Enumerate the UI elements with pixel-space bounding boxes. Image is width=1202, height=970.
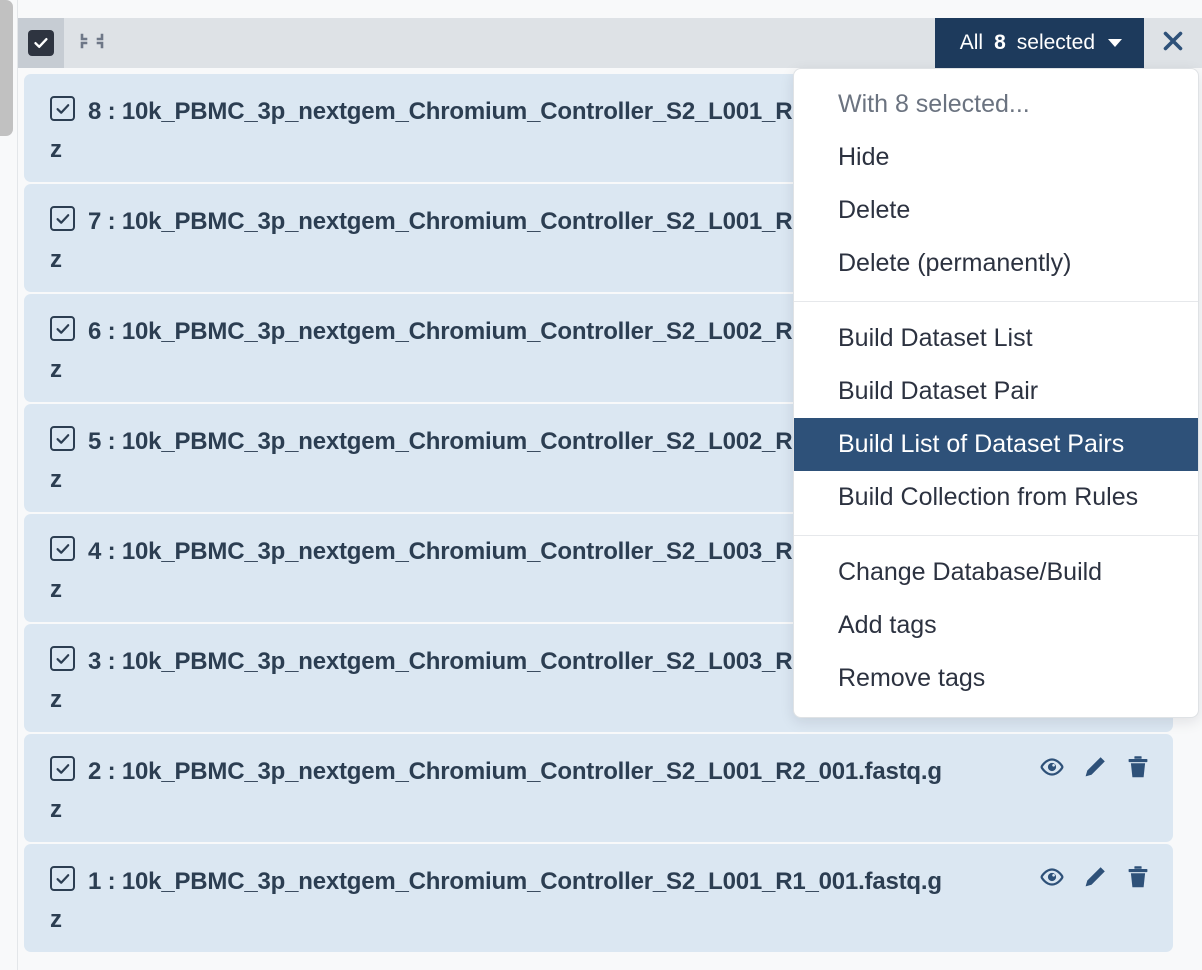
dataset-select-checkbox[interactable] [50, 646, 75, 671]
dataset-row[interactable]: 1 : 10k_PBMC_3p_nextgem_Chromium_Control… [24, 844, 1173, 952]
dataset-row-header: 1 : 10k_PBMC_3p_nextgem_Chromium_Control… [50, 863, 1153, 901]
menu-item-remove-tags[interactable]: Remove tags [794, 652, 1198, 705]
dataset-name-wrapped: z [50, 796, 62, 823]
menu-item-delete[interactable]: Delete [794, 184, 1198, 237]
menu-item-build-dataset-pair[interactable]: Build Dataset Pair [794, 365, 1198, 418]
delete-trash-icon[interactable] [1125, 864, 1151, 890]
dataset-row[interactable]: 2 : 10k_PBMC_3p_nextgem_Chromium_Control… [24, 734, 1173, 842]
selected-count: 8 [994, 31, 1006, 54]
menu-item-build-collection-from-rules[interactable]: Build Collection from Rules [794, 471, 1198, 524]
dataset-select-checkbox[interactable] [50, 316, 75, 341]
edit-pencil-icon[interactable] [1082, 754, 1108, 780]
display-eye-icon[interactable] [1039, 754, 1065, 780]
menu-divider [794, 535, 1198, 536]
page-scrollbar-thumb[interactable] [0, 0, 13, 136]
collapse-all-icon [79, 28, 105, 59]
dataset-name-wrapped: z [50, 906, 62, 933]
menu-groups: Hide Delete Delete (permanently) Build Data… [794, 131, 1198, 705]
menu-item-add-tags[interactable]: Add tags [794, 599, 1198, 652]
page-scrollbar-track[interactable] [0, 0, 14, 970]
selection-toolbar: All 8 selected [18, 18, 1202, 68]
menu-item-delete-permanently[interactable]: Delete (permanently) [794, 237, 1198, 290]
display-eye-icon[interactable] [1039, 864, 1065, 890]
all-selected-dropdown-button[interactable]: All 8 selected [934, 18, 1144, 68]
history-multi-select-view: All 8 selected 8 : 10k_PBMC_3p_nextgem_C… [0, 0, 1202, 970]
menu-item-change-database-build[interactable]: Change Database/Build [794, 546, 1198, 599]
dataset-name-wrapped: z [50, 356, 62, 383]
edit-pencil-icon[interactable] [1082, 864, 1108, 890]
checkbox-checked-icon [28, 30, 54, 56]
dataset-select-checkbox[interactable] [50, 866, 75, 891]
dataset-name-wrapped: z [50, 686, 62, 713]
menu-item-build-dataset-list[interactable]: Build Dataset List [794, 312, 1198, 365]
menu-item-hide[interactable]: Hide [794, 131, 1198, 184]
dataset-name: 2 : 10k_PBMC_3p_nextgem_Chromium_Control… [88, 758, 942, 785]
dataset-select-checkbox[interactable] [50, 536, 75, 561]
dataset-select-checkbox[interactable] [50, 756, 75, 781]
menu-header: With 8 selected... [838, 90, 1030, 118]
dataset-name-wrapped: z [50, 136, 62, 163]
selected-prefix: All [959, 31, 984, 54]
delete-trash-icon[interactable] [1125, 754, 1151, 780]
dataset-name-wrapped: z [50, 576, 62, 603]
dataset-name-wrapped: z [50, 466, 62, 493]
dataset-select-checkbox[interactable] [50, 96, 75, 121]
dataset-select-checkbox[interactable] [50, 206, 75, 231]
select-all-checkbox[interactable] [18, 18, 64, 68]
close-selection-button[interactable] [1144, 18, 1202, 68]
dataset-name-wrapped: z [50, 246, 62, 273]
chevron-down-icon [1108, 39, 1122, 47]
selection-actions-menu: With 8 selected... Hide Delete Delete (per… [793, 68, 1199, 718]
dataset-actions [1039, 864, 1151, 890]
dataset-row-header: 2 : 10k_PBMC_3p_nextgem_Chromium_Control… [50, 753, 1153, 791]
close-icon [1160, 28, 1186, 59]
selected-suffix: selected [1016, 31, 1095, 54]
dataset-select-checkbox[interactable] [50, 426, 75, 451]
dataset-name: 1 : 10k_PBMC_3p_nextgem_Chromium_Control… [88, 868, 942, 895]
collapse-all-button[interactable] [64, 18, 120, 68]
dataset-actions [1039, 754, 1151, 780]
menu-item-build-list-of-dataset-pairs[interactable]: Build List of Dataset Pairs [794, 418, 1198, 471]
menu-divider [794, 301, 1198, 302]
panel-top-strip [18, 0, 1202, 18]
